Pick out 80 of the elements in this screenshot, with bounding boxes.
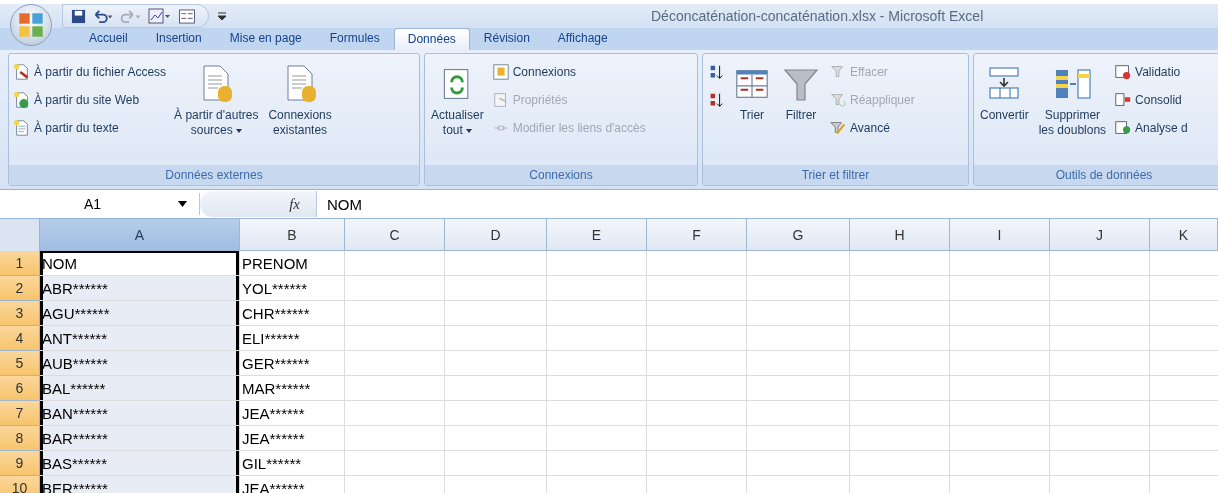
ribbon-button[interactable]: Connexions <box>491 60 646 84</box>
save-icon[interactable] <box>71 8 86 24</box>
column-header[interactable]: F <box>647 219 747 251</box>
document-globe-icon <box>13 91 31 109</box>
table-cell: BER****** <box>40 476 240 493</box>
table-cell: BAS****** <box>40 451 240 476</box>
column-header[interactable]: J <box>1050 219 1150 251</box>
undo-icon[interactable] <box>92 8 114 24</box>
dropdown-icon <box>178 201 187 207</box>
group-label: Connexions <box>425 165 697 185</box>
column-header[interactable]: A <box>40 219 240 251</box>
ribbon-button[interactable]: Actualiser tout <box>429 58 486 165</box>
column-header[interactable]: G <box>747 219 850 251</box>
ribbon-tab[interactable]: Données <box>393 28 470 50</box>
caret-icon <box>235 128 242 133</box>
customize-toolbar-icon[interactable] <box>217 11 227 21</box>
ribbon-tab[interactable]: Accueil <box>75 27 142 50</box>
ribbon-button[interactable]: Analyse d <box>1114 116 1188 140</box>
ribbon-tab[interactable]: Formules <box>315 27 394 50</box>
table-cell: BAL****** <box>40 376 240 401</box>
insert-function-button[interactable]: fx <box>200 191 316 217</box>
chart-icon[interactable] <box>148 8 172 24</box>
ribbon-tab[interactable]: Insertion <box>141 27 216 50</box>
ribbon-button[interactable]: Trier <box>731 58 773 165</box>
row-header[interactable]: 10 <box>0 476 40 493</box>
group-label: Trier et filtrer <box>703 165 968 185</box>
group-label: Données externes <box>9 165 419 185</box>
row-header[interactable]: 9 <box>0 451 40 476</box>
caret-icon <box>465 128 472 133</box>
ribbon-tab[interactable]: Mise en page <box>215 27 316 50</box>
ribbon-button[interactable]: Validatio <box>1114 60 1188 84</box>
form-icon[interactable] <box>178 8 196 24</box>
column-header[interactable]: H <box>850 219 950 251</box>
document-key-icon <box>13 63 31 81</box>
row-header[interactable]: 6 <box>0 376 40 401</box>
column-header[interactable]: I <box>950 219 1050 251</box>
row-header[interactable]: 2 <box>0 276 40 301</box>
ribbon-button[interactable]: Filtrer <box>779 58 823 165</box>
ribbon-button[interactable]: À partir du fichier Access <box>13 60 167 84</box>
what-if-analysis-icon <box>1114 119 1133 137</box>
column-header[interactable]: C <box>345 219 445 251</box>
ribbon-button[interactable]: À partir du site Web <box>13 88 167 112</box>
advanced-filter-icon <box>829 119 847 137</box>
row-header[interactable]: 3 <box>0 301 40 326</box>
properties-icon <box>491 91 510 109</box>
ribbon-button[interactable]: Avancé <box>829 116 915 140</box>
ribbon-button[interactable]: Convertir <box>978 58 1031 165</box>
name-box[interactable]: A1 <box>0 193 200 215</box>
group-label: Outils de données <box>974 165 1218 185</box>
ribbon-button[interactable]: Supprimer les doublons <box>1036 58 1109 165</box>
ribbon-tab[interactable]: Révision <box>469 27 544 50</box>
window-title: Déconcaténation-concaténation.xlsx - Microsoft Excel <box>651 8 984 24</box>
row-header[interactable]: 1 <box>0 251 40 276</box>
row-header[interactable]: 5 <box>0 351 40 376</box>
table-cell: AUB****** <box>40 351 240 376</box>
document-icon <box>13 119 31 137</box>
office-logo-icon <box>18 12 44 38</box>
table-cell: NOM <box>40 251 240 276</box>
formula-field[interactable]: NOM <box>316 191 1218 217</box>
table-cell: BAR****** <box>40 426 240 451</box>
ribbon-button[interactable]: À partir d'autres sources <box>172 58 261 165</box>
connections-icon <box>491 63 510 81</box>
column-header[interactable]: K <box>1150 219 1218 251</box>
table-cell: BAN****** <box>40 401 240 426</box>
consolidate-icon <box>1114 91 1133 109</box>
data-validation-icon <box>1114 63 1133 81</box>
table-cell: ANT****** <box>40 326 240 351</box>
ribbon-tab[interactable]: Affichage <box>543 27 622 50</box>
column-header[interactable]: E <box>547 219 647 251</box>
row-header[interactable]: 7 <box>0 401 40 426</box>
row-header[interactable]: 4 <box>0 326 40 351</box>
ribbon-button[interactable]: À partir du texte <box>13 116 167 140</box>
ribbon-button[interactable]: Consolid <box>1114 88 1188 112</box>
column-header[interactable]: B <box>240 219 345 251</box>
table-cell: AGU****** <box>40 301 240 326</box>
table-cell: ABR****** <box>40 276 240 301</box>
column-header[interactable]: D <box>445 219 547 251</box>
ribbon-button[interactable]: Connexions existantes <box>266 58 334 165</box>
row-header[interactable]: 8 <box>0 426 40 451</box>
reapply-filter-icon <box>829 91 847 109</box>
